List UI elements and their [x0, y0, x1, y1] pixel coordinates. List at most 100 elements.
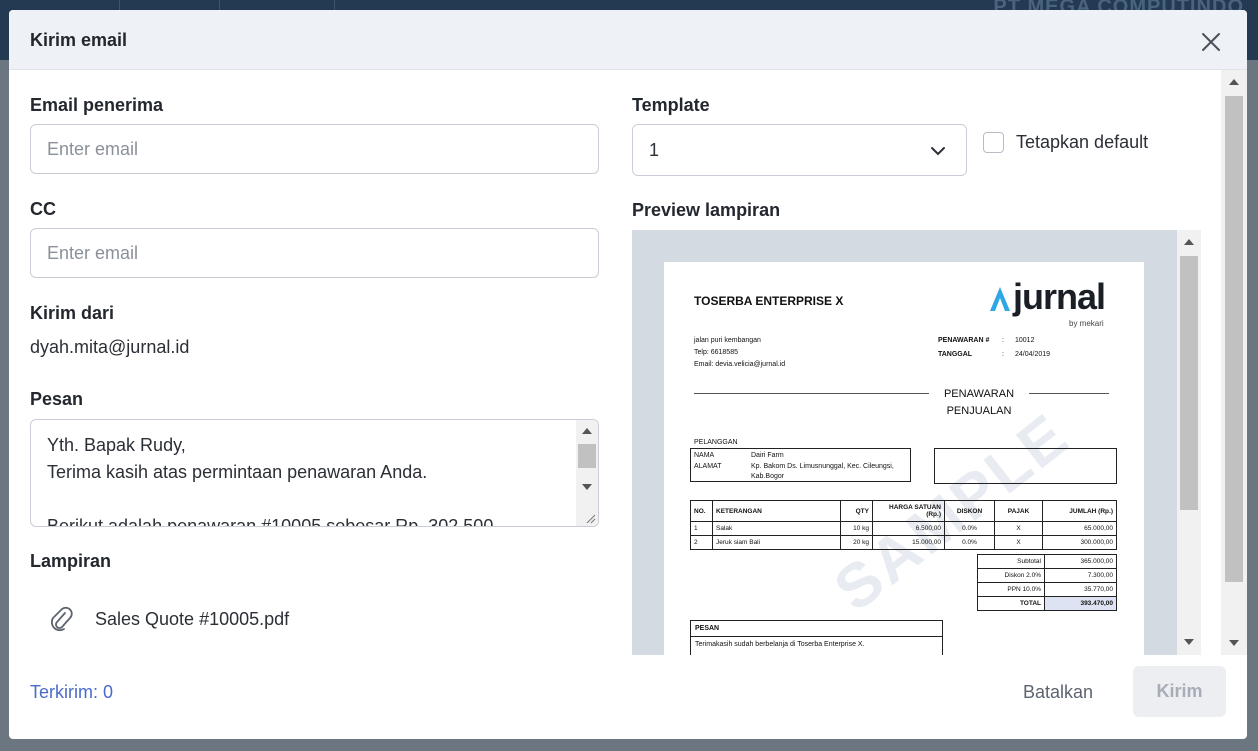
document-address: jalan puri kembangan	[694, 337, 761, 344]
attachment-item[interactable]: Sales Quote #10005.pdf	[47, 604, 289, 634]
customer-address-label: ALAMAT	[694, 463, 722, 470]
message-label: Pesan	[30, 389, 84, 409]
document-title-line2: PENJUALAN	[946, 405, 1012, 417]
col-tax: PAJAK	[994, 500, 1043, 522]
cell-no: 1	[690, 521, 713, 536]
meta-sep: :	[1002, 351, 1004, 358]
scroll-up-icon[interactable]	[582, 428, 592, 434]
preview-scroll-thumb[interactable]	[1180, 256, 1198, 510]
cancel-button[interactable]: Batalkan	[1023, 682, 1093, 703]
col-amount: JUMLAH (Rp.)	[1042, 500, 1117, 522]
meta-number-value: 10012	[1015, 337, 1035, 344]
document-title: PENAWARAN PENJUALAN	[904, 386, 1054, 420]
meta-date-label: TANGGAL	[938, 351, 973, 358]
cell-tax: X	[994, 535, 1043, 550]
set-default-checkbox[interactable]	[983, 132, 1004, 153]
cell-disc: 0.0%	[944, 521, 995, 536]
total-row: TOTAL 393.470,00	[977, 596, 1117, 611]
recipient-email-input[interactable]	[30, 124, 599, 174]
preview-scrollbar[interactable]	[1177, 230, 1201, 655]
subtotal-value: 365.000,00	[1044, 554, 1117, 569]
scroll-down-icon[interactable]	[582, 484, 592, 490]
cell-tax: X	[994, 521, 1043, 536]
template-label: Template	[632, 95, 710, 115]
meta-sep: :	[1002, 337, 1004, 344]
cell-disc: 0.0%	[944, 535, 995, 550]
message-text: Yth. Bapak Rudy, Terima kasih atas permi…	[47, 435, 494, 527]
modal-header: Kirim email	[9, 10, 1247, 70]
meta-number-label: PENAWARAN #	[938, 337, 990, 344]
chevron-down-icon	[931, 147, 945, 156]
shipping-box	[934, 448, 1117, 484]
attachment-filename: Sales Quote #10005.pdf	[95, 608, 290, 629]
scroll-up-icon[interactable]	[1184, 239, 1194, 245]
preview-label: Preview lampiran	[632, 200, 781, 220]
discount-label: Diskon 2.0%	[977, 568, 1045, 583]
template-selected-value: 1	[649, 140, 660, 160]
cell-amount: 300.000,00	[1042, 535, 1117, 550]
sender-email: dyah.mita@jurnal.id	[30, 337, 190, 357]
customer-address-line1: Kp. Bakom Ds. Limusnunggal, Kec. Cileung…	[751, 463, 894, 470]
scroll-up-icon[interactable]	[1229, 79, 1239, 85]
customer-section-label: PELANGGAN	[694, 439, 738, 446]
total-label: TOTAL	[977, 596, 1045, 611]
recipient-label: Email penerima	[30, 95, 164, 115]
tax-value: 35.770,00	[1044, 582, 1117, 597]
document-company-name: TOSERBA ENTERPRISE X	[694, 294, 844, 308]
cell-qty: 10 kg	[840, 521, 873, 536]
col-unit-price: HARGA SATUAN (Rp.)	[872, 500, 945, 522]
message-scrollbar[interactable]	[576, 420, 598, 526]
message-textarea[interactable]: Yth. Bapak Rudy, Terima kasih atas permi…	[30, 419, 599, 527]
col-discount: DISKON	[944, 500, 995, 522]
tax-row: PPN 10.0% 35.770,00	[977, 582, 1117, 597]
cell-price: 6.500,00	[872, 521, 945, 536]
cc-label: CC	[30, 199, 56, 219]
total-value: 393.470,00	[1044, 596, 1117, 611]
attachment-preview: SAMPLE TOSERBA ENTERPRISE X jurnal by me…	[632, 230, 1177, 655]
totals-table: Subtotal 365.000,00 Diskon 2.0% 7.300,00…	[977, 554, 1117, 611]
set-default-checkbox-row[interactable]: Tetapkan default	[983, 132, 1148, 153]
subtotal-label: Subtotal	[977, 554, 1045, 569]
cc-email-input[interactable]	[30, 228, 599, 278]
scroll-down-icon[interactable]	[1229, 640, 1239, 646]
scroll-down-icon[interactable]	[1184, 639, 1194, 645]
cell-no: 2	[690, 535, 713, 550]
send-email-modal: Kirim email Email penerima CC Kirim dari…	[9, 10, 1247, 739]
note-box: PESAN Terimakasih sudah berbelanja di To…	[690, 620, 943, 655]
logo-subtext: by mekari	[1069, 319, 1104, 328]
col-no: NO.	[690, 500, 713, 522]
close-button[interactable]	[1199, 30, 1223, 54]
cell-desc: Salak	[712, 521, 841, 536]
discount-row: Diskon 2.0% 7.300,00	[977, 568, 1117, 583]
document-email: Email: devia.velicia@jurnal.id	[694, 361, 786, 368]
meta-date-value: 24/04/2019	[1015, 351, 1051, 358]
subtotal-row: Subtotal 365.000,00	[977, 554, 1117, 569]
sender-label: Kirim dari	[30, 303, 115, 323]
divider	[691, 636, 942, 637]
resize-grip-icon[interactable]	[584, 512, 596, 524]
discount-value: 7.300,00	[1044, 568, 1117, 583]
cell-amount: 65.000,00	[1042, 521, 1117, 536]
paperclip-icon	[50, 606, 73, 632]
note-text: Terimakasih sudah berbelanja di Toserba …	[695, 641, 865, 648]
sent-count-link[interactable]: Terkirim: 0	[30, 682, 113, 703]
modal-scrollbar[interactable]	[1221, 70, 1247, 655]
modal-scroll-thumb[interactable]	[1225, 96, 1243, 582]
document-title-line1: PENAWARAN	[943, 388, 1015, 400]
send-button[interactable]: Kirim	[1133, 666, 1226, 717]
table-row: 2 Jeruk siam Bali 20 kg 15.000,00 0.0% X…	[690, 535, 1117, 550]
template-select[interactable]: 1	[632, 124, 967, 176]
customer-name-label: NAMA	[694, 452, 715, 459]
col-qty: QTY	[840, 500, 873, 522]
col-description: KETERANGAN	[712, 500, 841, 522]
cell-price: 15.000,00	[872, 535, 945, 550]
modal-title: Kirim email	[30, 30, 128, 50]
attachment-label: Lampiran	[30, 551, 112, 571]
logo-mark-icon	[990, 287, 1010, 311]
cell-qty: 20 kg	[840, 535, 873, 550]
note-label: PESAN	[695, 625, 720, 632]
message-scroll-thumb[interactable]	[578, 444, 596, 468]
document-phone: Telp: 6618585	[694, 349, 738, 356]
table-row: 1 Salak 10 kg 6.500,00 0.0% X 65.000,00	[690, 521, 1117, 536]
close-icon	[1202, 33, 1220, 51]
